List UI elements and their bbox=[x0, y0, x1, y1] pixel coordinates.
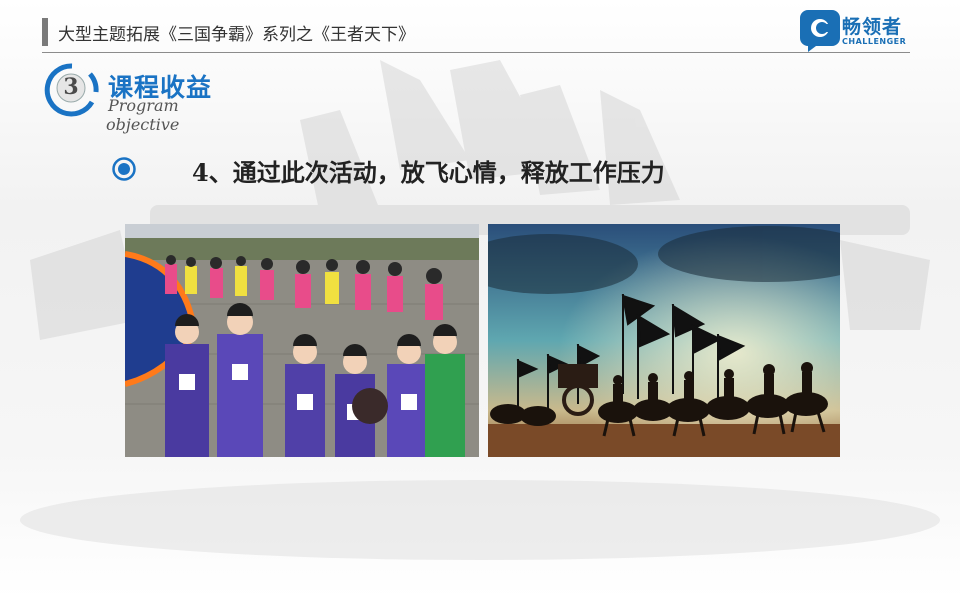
logo-name: 畅领者 bbox=[842, 16, 903, 38]
header-accent-bar bbox=[42, 18, 48, 46]
section-subtitle-line1: Program bbox=[108, 96, 179, 115]
header-title: 大型主题拓展《三国争霸》系列之《王者天下》 bbox=[58, 25, 415, 45]
bullet-circle-icon bbox=[112, 157, 136, 181]
section-subtitle-line2: objective bbox=[106, 115, 180, 134]
ancient-cavalry-photo bbox=[488, 224, 840, 457]
team-activity-photo bbox=[125, 224, 479, 457]
section-number: 3 bbox=[63, 74, 79, 100]
logo-subtitle: CHALLENGER bbox=[842, 37, 907, 46]
benefit-point-text: 4、通过此次活动，放飞心情，释放工作压力 bbox=[192, 158, 665, 187]
header-divider bbox=[42, 52, 910, 53]
